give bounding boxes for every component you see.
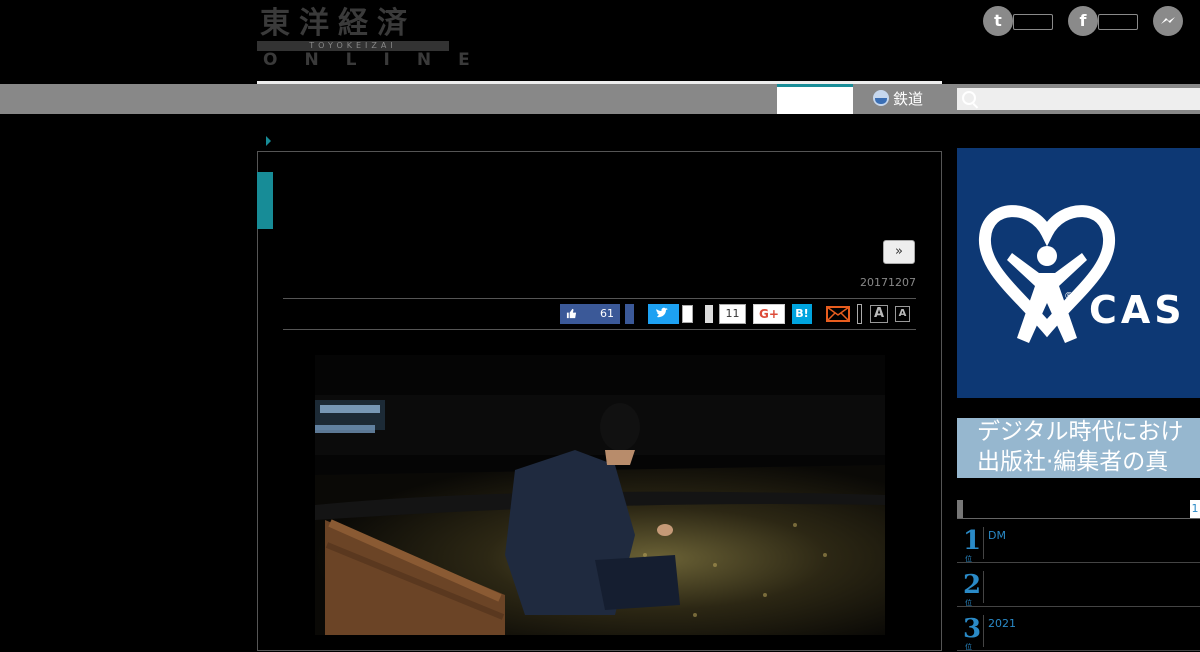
nav-tab-rail[interactable]: 鉄道	[853, 84, 957, 114]
facebook-like-button[interactable]: 61	[560, 304, 620, 324]
nav-tab-active[interactable]	[777, 84, 853, 114]
facebook-count	[1098, 14, 1138, 30]
title-accent-bar	[257, 172, 273, 229]
messenger-icon[interactable]	[1153, 6, 1183, 36]
facebook-icon[interactable]: f	[1068, 6, 1098, 36]
search-input[interactable]	[981, 88, 1200, 112]
google-plus-button[interactable]: G+	[753, 304, 785, 324]
mail-icon[interactable]	[826, 306, 850, 322]
cas-ad-banner[interactable]: ® CAS	[957, 148, 1200, 398]
tweet-count	[682, 305, 693, 323]
ranking-header-bar	[957, 500, 963, 518]
facebook-like-count: 61	[600, 307, 614, 320]
ranking-suffix: 位	[965, 643, 972, 651]
twitter-icon[interactable]: t	[983, 6, 1013, 36]
ranking-title[interactable]: 2021	[988, 617, 1016, 630]
ranking-number: 3	[963, 614, 982, 644]
ranking-divider	[983, 571, 984, 603]
hatena-bookmark-count: 11	[719, 304, 746, 324]
ranking-item[interactable]: 2 位	[957, 563, 1200, 607]
bookmark-side[interactable]	[705, 305, 713, 323]
tweet-button[interactable]	[648, 304, 679, 324]
breadcrumb-arrow-icon	[266, 136, 271, 146]
cas-ad-text: CAS	[1089, 288, 1186, 332]
ranking-divider	[983, 527, 984, 559]
cas-heart-logo-icon	[978, 205, 1116, 343]
publisher-ad-line2: 出版社·編集者の真	[977, 449, 1169, 475]
share-bottom-rule	[283, 329, 916, 330]
twitter-bird-icon	[656, 307, 668, 318]
ranking-title[interactable]: DM	[988, 529, 1006, 542]
ranking-header: 1	[957, 500, 1200, 519]
pocket-button[interactable]	[857, 304, 862, 324]
next-page-button[interactable]: »	[883, 240, 915, 264]
share-top-rule	[283, 298, 916, 299]
ranking-item[interactable]: 3 位 2021	[957, 607, 1200, 651]
cas-registered-mark: ®	[1064, 291, 1074, 302]
search-box[interactable]	[957, 88, 1200, 112]
search-icon[interactable]	[962, 91, 976, 105]
font-size-small-button[interactable]: A	[895, 306, 910, 322]
site-logo[interactable]: 東洋経済 TOYOKEIZAI ONLINE	[257, 6, 470, 70]
ranking-number: 1	[963, 526, 982, 556]
nav-tab-rail-label: 鉄道	[893, 90, 924, 108]
train-icon	[873, 90, 889, 106]
hatena-bookmark-button[interactable]: B!	[792, 304, 812, 324]
ranking-number: 2	[963, 570, 982, 600]
logo-japanese: 東洋経済	[260, 6, 416, 41]
ranking-item[interactable]: 1 位 DM	[957, 519, 1200, 563]
publisher-ad-line1: デジタル時代におけ	[977, 419, 1184, 445]
facebook-share-button[interactable]	[625, 304, 634, 324]
ranking-tab[interactable]: 1	[1190, 500, 1200, 518]
font-size-large-button[interactable]: A	[870, 305, 888, 323]
article-photo	[315, 355, 885, 635]
article-date: 20171207	[860, 276, 916, 289]
twitter-count	[1013, 14, 1053, 30]
logo-english: ONLINE	[263, 50, 497, 70]
ranking-divider	[983, 615, 984, 647]
publisher-ad-banner[interactable]: デジタル時代におけ 出版社·編集者の真	[957, 418, 1200, 478]
thumbs-up-icon	[566, 308, 577, 319]
